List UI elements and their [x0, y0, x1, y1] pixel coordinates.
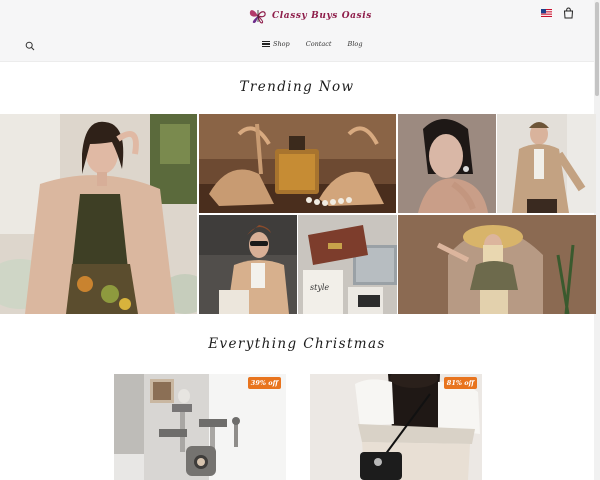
search-icon[interactable]	[25, 41, 35, 51]
tile-woman-sunhat[interactable]	[398, 215, 596, 314]
nav-blog[interactable]: Blog	[348, 40, 363, 48]
tile-sandals-perfume[interactable]	[199, 114, 396, 213]
nav-contact-label: Contact	[305, 40, 332, 48]
trending-mosaic: style	[0, 114, 596, 314]
nav-shop[interactable]: Shop	[262, 40, 290, 48]
tile-man-trenchcoat[interactable]	[497, 114, 596, 213]
tile-woman-earring[interactable]	[398, 114, 496, 213]
discount-badge: 39% off	[247, 377, 281, 389]
hamburger-menu-icon	[262, 41, 270, 47]
logo-text: Classy Buys Oasis	[272, 11, 372, 21]
christmas-title: Everything Christmas	[208, 336, 386, 352]
site-header: Classy Buys Oasis Shop Contact Blog	[0, 0, 600, 62]
scrollbar-thumb[interactable]	[595, 2, 599, 96]
nav-shop-label: Shop	[273, 40, 290, 48]
shopping-bag-icon[interactable]	[563, 7, 574, 19]
butterfly-logo-icon	[249, 10, 266, 24]
us-flag-icon[interactable]	[541, 9, 552, 17]
nav-blog-label: Blog	[347, 40, 363, 48]
tile-woman-sunglasses[interactable]	[199, 215, 297, 314]
product-card-crossbody-bag[interactable]: 81% off	[310, 374, 482, 480]
discount-badge: 81% off	[443, 377, 477, 389]
product-image-crossbody-bag	[310, 374, 482, 480]
product-image-cat-tree	[114, 374, 286, 480]
tile-woman-beige-cardigan[interactable]	[0, 114, 197, 314]
nav-contact[interactable]: Contact	[306, 40, 332, 48]
trending-title: Trending Now	[239, 79, 355, 95]
logo[interactable]: Classy Buys Oasis	[248, 6, 372, 26]
tile-handbag-flatlay[interactable]: style	[298, 215, 397, 314]
product-card-cat-tree[interactable]: 39% off	[114, 374, 286, 480]
svg-text:style: style	[310, 283, 329, 292]
main-nav: Shop Contact Blog	[262, 40, 362, 48]
